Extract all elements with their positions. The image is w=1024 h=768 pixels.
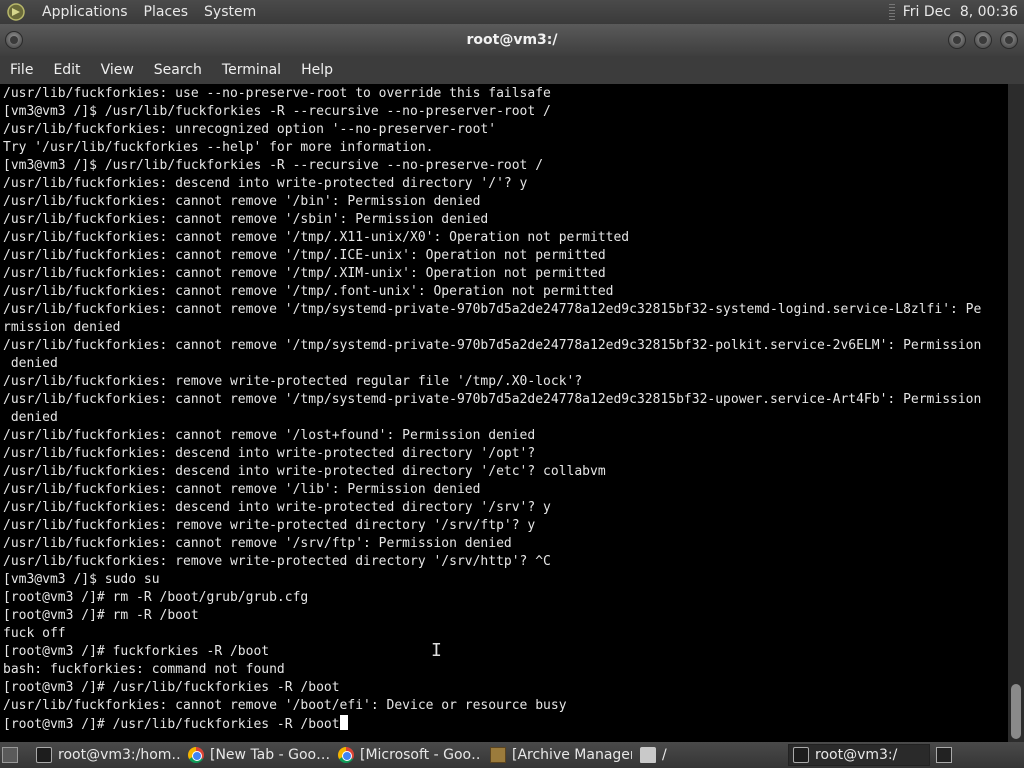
menu-edit[interactable]: Edit [45,62,88,78]
workspace-switcher[interactable] [936,744,960,766]
terminal-line: /usr/lib/fuckforkies: cannot remove '/tm… [3,392,982,407]
close-icon[interactable] [1000,31,1018,49]
menu-help[interactable]: Help [293,62,341,78]
gnome-foot-icon[interactable] [6,2,26,22]
menu-search[interactable]: Search [146,62,210,78]
terminal-line: rmission denied [3,320,121,335]
terminal-line: denied [3,356,58,371]
terminal-line: /usr/lib/fuckforkies: cannot remove '/tm… [3,248,606,263]
show-desktop-button[interactable] [2,744,30,766]
terminal-line: /usr/lib/fuckforkies: cannot remove '/li… [3,482,481,497]
menu-file[interactable]: File [2,62,41,78]
terminal-line: /usr/lib/fuckforkies: remove write-prote… [3,554,551,569]
terminal-line: /usr/lib/fuckforkies: cannot remove '/lo… [3,428,536,443]
chrome-icon [188,747,204,763]
terminal-output[interactable]: /usr/lib/fuckforkies: use --no-preserve-… [0,84,1008,742]
task-label: root@vm3:/hom… [58,747,182,763]
terminal-lines: /usr/lib/fuckforkies: use --no-preserve-… [3,85,1008,715]
terminal-prompt-line[interactable]: [root@vm3 /]# /usr/lib/fuckforkies -R /b… [3,715,1008,733]
terminal-line: /usr/lib/fuckforkies: descend into write… [3,446,536,461]
panel-handle-icon[interactable] [888,4,895,20]
terminal-line: denied [3,410,58,425]
scrollbar-thumb[interactable] [1011,684,1021,739]
task-label: [Microsoft - Goo… [360,747,482,763]
task-terminal-root[interactable]: root@vm3:/ [788,744,930,766]
bottom-taskbar: root@vm3:/hom… [New Tab - Goo… [Microsof… [0,742,1024,768]
terminal-line: [vm3@vm3 /]$ /usr/lib/fuckforkies -R --r… [3,158,544,173]
task-terminal-home[interactable]: root@vm3:/hom… [36,744,182,766]
terminal-line: [vm3@vm3 /]$ /usr/lib/fuckforkies -R --r… [3,104,551,119]
terminal-line: [root@vm3 /]# rm -R /boot/grub/grub.cfg [3,590,309,605]
task-label: / [662,747,667,763]
terminal-line: /usr/lib/fuckforkies: descend into write… [3,500,551,515]
places-menu[interactable]: Places [136,0,197,24]
terminal-line: /usr/lib/fuckforkies: descend into write… [3,464,606,479]
prompt-text: [root@vm3 /]# /usr/lib/fuckforkies -R /b… [3,717,340,732]
terminal-line: fuck off [3,626,66,641]
terminal-line: /usr/lib/fuckforkies: cannot remove '/bi… [3,194,481,209]
terminal-line: [root@vm3 /]# rm -R /boot [3,608,199,623]
terminal-line: /usr/lib/fuckforkies: cannot remove '/tm… [3,338,982,353]
terminal-line: /usr/lib/fuckforkies: cannot remove '/sb… [3,212,489,227]
applications-menu[interactable]: Applications [34,0,136,24]
folder-icon [640,747,656,763]
text-cursor [339,715,348,730]
terminal-scrollbar[interactable] [1008,84,1024,742]
workspace-icon [936,747,952,763]
task-archive-manager[interactable]: [Archive Manager] [490,744,632,766]
terminal-line: /usr/lib/fuckforkies: use --no-preserve-… [3,86,551,101]
terminal-line: /usr/lib/fuckforkies: remove write-prote… [3,374,583,389]
minimize-icon[interactable] [948,31,966,49]
terminal-line: /usr/lib/fuckforkies: cannot remove '/tm… [3,230,630,245]
terminal-line: [root@vm3 /]# fuckforkies -R /boot [3,644,270,659]
terminal-line: bash: fuckforkies: command not found [3,662,285,677]
task-label: [Archive Manager] [512,747,632,763]
archive-icon [490,747,506,763]
terminal-icon [36,747,52,763]
chrome-icon [338,747,354,763]
maximize-icon[interactable] [974,31,992,49]
terminal-line: Try '/usr/lib/fuckforkies --help' for mo… [3,140,434,155]
terminal-line: /usr/lib/fuckforkies: unrecognized optio… [3,122,497,137]
task-chrome-new-tab[interactable]: [New Tab - Goo… [188,744,330,766]
terminal-icon [793,747,809,763]
task-label: root@vm3:/ [815,747,898,763]
top-panel: Applications Places System Fri Dec 8, 00… [0,0,1024,24]
menu-view[interactable]: View [93,62,142,78]
terminal-line: /usr/lib/fuckforkies: cannot remove '/tm… [3,284,614,299]
window-titlebar[interactable]: root@vm3:/ [0,24,1024,56]
terminal-line: /usr/lib/fuckforkies: cannot remove '/tm… [3,302,982,317]
terminal-line: [vm3@vm3 /]$ sudo su [3,572,160,587]
window-title: root@vm3:/ [466,32,558,48]
terminal-line: /usr/lib/fuckforkies: cannot remove '/bo… [3,698,567,713]
menu-terminal[interactable]: Terminal [214,62,289,78]
mouse-ibeam-cursor-icon: I [431,640,442,661]
task-label: [New Tab - Goo… [210,747,330,763]
task-chrome-microsoft[interactable]: [Microsoft - Goo… [338,744,482,766]
terminal-line: [root@vm3 /]# /usr/lib/fuckforkies -R /b… [3,680,340,695]
terminal-line: /usr/lib/fuckforkies: remove write-prote… [3,518,536,533]
task-file-manager-root[interactable]: / [640,744,782,766]
terminal-line: /usr/lib/fuckforkies: cannot remove '/tm… [3,266,606,281]
system-menu[interactable]: System [196,0,264,24]
terminal-line: /usr/lib/fuckforkies: descend into write… [3,176,528,191]
menubar: File Edit View Search Terminal Help [0,56,1024,84]
terminal-line: /usr/lib/fuckforkies: cannot remove '/sr… [3,536,512,551]
show-desktop-icon [2,747,18,763]
clock[interactable]: Fri Dec 8, 00:36 [903,4,1018,20]
